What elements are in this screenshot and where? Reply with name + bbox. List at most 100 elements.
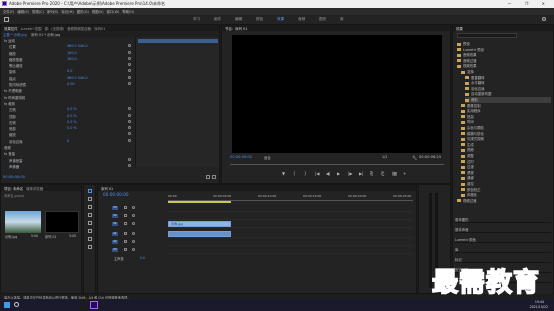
keyframe-toggle-icon[interactable] xyxy=(128,56,131,60)
lock-icon[interactable] xyxy=(124,206,127,209)
lock-icon[interactable] xyxy=(124,232,127,235)
workspace-tab[interactable]: 颜色 xyxy=(256,17,263,22)
keyframe-toggle-icon[interactable] xyxy=(128,132,131,136)
property-value[interactable]: 0.0 % xyxy=(67,107,77,111)
menu-item[interactable]: 序列(S) xyxy=(47,10,59,14)
transport-button-icon[interactable]: 📷︎ xyxy=(392,171,397,176)
menu-item[interactable]: 标记(M) xyxy=(61,10,73,14)
transport-button-icon[interactable]: |▶ xyxy=(348,171,352,176)
track-select-tool-icon[interactable] xyxy=(88,197,92,201)
track-target-button[interactable]: V3 xyxy=(112,206,118,210)
workspace-tab[interactable]: 库 xyxy=(340,17,344,22)
taskbar-search-icon[interactable] xyxy=(14,302,19,307)
type-tool-icon[interactable] xyxy=(88,245,92,249)
track-target-button[interactable]: V2 xyxy=(112,214,118,218)
eye-icon[interactable] xyxy=(132,206,135,209)
track-target-button[interactable]: A1 xyxy=(112,232,118,236)
effect-controls-timecode[interactable]: 00:00:00:00 xyxy=(3,175,25,179)
search-icon[interactable] xyxy=(542,17,546,21)
resolution-dropdown[interactable]: 1/2 xyxy=(382,155,387,159)
tab-sequence[interactable]: 序列 01 xyxy=(101,187,113,191)
window-controls[interactable]: — ❐ ✕ xyxy=(508,1,551,6)
track-lane[interactable] xyxy=(168,205,413,212)
track-lane[interactable] xyxy=(168,213,413,220)
panel-header[interactable]: Lumetri 颜色 xyxy=(455,237,551,243)
home-icon[interactable] xyxy=(4,17,9,22)
tab-program[interactable]: 节目：序列 01 xyxy=(225,27,247,31)
tab-effects[interactable]: 效果 xyxy=(456,27,463,31)
keyframe-toggle-icon[interactable] xyxy=(128,107,131,111)
keyframe-toggle-icon[interactable] xyxy=(128,63,131,67)
workspace-tab[interactable]: 学习 xyxy=(193,17,200,22)
keyframe-toggle-icon[interactable] xyxy=(128,138,131,142)
track-header[interactable]: V3 xyxy=(100,205,413,212)
property-value[interactable]: 0.0 % xyxy=(67,114,77,118)
property-value[interactable]: 960.0 540.0 xyxy=(67,44,88,48)
effects-tree-item[interactable]: 视频过渡 xyxy=(457,198,551,204)
property-value[interactable]: 0.0 xyxy=(67,69,72,73)
keyframe-toggle-icon[interactable] xyxy=(128,50,131,54)
track-header[interactable]: V2 xyxy=(100,213,413,220)
keyframe-toggle-icon[interactable] xyxy=(128,163,131,167)
panel-header[interactable]: 库 xyxy=(455,247,551,253)
timeline-timecode[interactable]: 00:00:00:00 xyxy=(103,192,129,197)
export-icon[interactable] xyxy=(212,175,216,179)
workspace-tab[interactable]: 效果 xyxy=(277,17,284,22)
lock-icon[interactable] xyxy=(124,240,127,243)
transport-button-icon[interactable]: } xyxy=(304,171,307,176)
timeline-clip[interactable] xyxy=(168,231,231,237)
keyframe-toggle-icon[interactable] xyxy=(128,75,131,79)
start-icon[interactable] xyxy=(4,302,10,308)
keyframe-toggle-icon[interactable] xyxy=(128,82,131,86)
property-value[interactable]: 0.00 xyxy=(67,82,75,86)
transport-button-icon[interactable]: |◀ xyxy=(315,171,319,176)
lock-icon[interactable] xyxy=(124,214,127,217)
track-lane[interactable] xyxy=(168,239,413,246)
property-value[interactable]: 0.0 % xyxy=(67,120,77,124)
eye-icon[interactable] xyxy=(132,248,135,251)
track-header[interactable]: A3 xyxy=(100,247,413,254)
timeline-clip[interactable]: 示例.jpg xyxy=(168,221,231,227)
project-tab[interactable]: 媒体浏览器 xyxy=(26,187,43,191)
master-value[interactable]: 0.0 xyxy=(140,256,145,260)
hand-tool-icon[interactable] xyxy=(88,237,92,241)
premiere-taskbar-icon[interactable] xyxy=(90,301,98,309)
keyframe-toggle-icon[interactable] xyxy=(128,126,131,130)
property-value[interactable]: 960.0 540.0 xyxy=(67,76,88,80)
track-target-button[interactable]: V1 xyxy=(112,222,118,226)
property-value[interactable]: 0 xyxy=(67,139,69,143)
track-lane[interactable] xyxy=(168,247,413,254)
program-timecode[interactable]: 00:00:00:00 xyxy=(230,155,252,159)
effect-property-row[interactable]: 声像器 xyxy=(1,163,135,169)
workspace-tab[interactable]: 音频 xyxy=(298,17,305,22)
lock-icon[interactable] xyxy=(124,222,127,225)
ripple-tool-icon[interactable] xyxy=(88,205,92,209)
keyframe-toggle-icon[interactable] xyxy=(128,113,131,117)
property-value[interactable]: 100.0 xyxy=(67,57,77,61)
menu-item[interactable]: 图形(G) xyxy=(77,10,89,14)
panel-header[interactable]: 基本声音 xyxy=(455,227,551,233)
selection-tool-icon[interactable] xyxy=(88,189,92,193)
menu-item[interactable]: 剪辑(C) xyxy=(32,10,44,14)
project-tab[interactable]: 项目: 未命名 xyxy=(4,187,23,191)
transport-button-icon[interactable]: ▶| xyxy=(359,171,363,176)
keyframe-toggle-icon[interactable] xyxy=(128,69,131,73)
filter-icon[interactable] xyxy=(206,175,210,179)
work-area-bar[interactable] xyxy=(168,201,231,203)
thumb-sequence[interactable] xyxy=(45,211,79,233)
keyframe-toggle-icon[interactable] xyxy=(128,157,131,161)
transport-button-icon[interactable]: ▼ xyxy=(282,171,285,176)
timeline-ruler[interactable]: 00:00 00:00:05:00 00:00:10:00 00:00:15:00 00… xyxy=(168,193,413,201)
fit-dropdown[interactable]: 适合 xyxy=(264,155,271,160)
menu-item[interactable]: 文件(F) xyxy=(3,10,14,14)
transport-button-icon[interactable]: ⎗ xyxy=(381,171,384,176)
property-value[interactable]: 100.0 xyxy=(67,51,77,55)
eye-icon[interactable] xyxy=(132,240,135,243)
track-target-button[interactable]: A2 xyxy=(112,240,118,244)
track-header[interactable]: A1 xyxy=(100,231,413,238)
eye-icon[interactable] xyxy=(132,222,135,225)
workspace-tab[interactable]: 编辑 xyxy=(235,17,242,22)
transport-button-icon[interactable]: ◀| xyxy=(326,171,330,176)
lock-icon[interactable] xyxy=(124,248,127,251)
razor-tool-icon[interactable] xyxy=(88,213,92,217)
